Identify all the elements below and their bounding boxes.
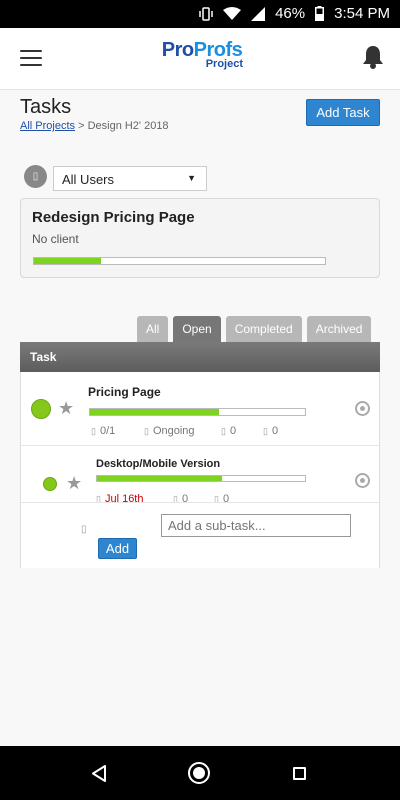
attachment-count: ▯ 0 [214,493,230,503]
battery-icon [315,6,325,21]
tab-all[interactable]: All [137,316,169,342]
project-client: No client [32,232,79,246]
task-progress-bar [89,408,306,416]
subtask-input[interactable] [161,514,351,537]
task-table-header: Task [20,342,380,372]
user-icon: ▯ [24,165,47,188]
dropdown-caret-icon: ▼ [187,173,196,183]
back-icon[interactable] [91,765,107,782]
user-filter-select[interactable]: All Users ▼ [53,166,207,191]
user-filter-value: All Users [62,172,115,187]
status-icon: ▯ [144,426,149,436]
breadcrumb-current: > Design H2' 2018 [75,120,169,132]
hamburger-menu-icon[interactable] [20,50,42,66]
attachment-count: ▯ 0 [263,425,279,437]
comment-icon: ▯ [173,494,178,503]
add-subtask-button[interactable]: Add [98,538,137,559]
app-header: ProProfs Project [0,28,400,90]
proprofs-logo: ProProfs Project [161,39,243,70]
project-progress-bar [33,257,326,265]
bell-icon[interactable] [362,44,384,70]
task-name[interactable]: Pricing Page [88,385,161,399]
gear-icon[interactable] [355,473,370,488]
project-name: Redesign Pricing Page [32,209,195,226]
subtask-icon: ▯ [91,426,96,436]
add-task-button[interactable]: Add Task [306,99,380,126]
recents-icon[interactable] [293,767,306,780]
task-row[interactable]: ★ Pricing Page ▯ 0/1 ▯ Ongoing ▯ 0 ▯ 0 [21,372,379,446]
breadcrumb-all-projects-link[interactable]: All Projects [20,120,75,132]
calendar-icon: ▯ [96,494,101,503]
subtask-icon: ▯ [81,524,87,535]
wifi-icon [223,6,242,20]
task-progress-fill [97,476,222,481]
project-card[interactable]: Redesign Pricing Page No client [20,198,380,278]
home-icon[interactable] [188,762,210,784]
comment-icon: ▯ [221,426,226,436]
star-icon[interactable]: ★ [66,474,82,492]
task-row[interactable]: ★ Desktop/Mobile Version ▯ Jul 16th ▯ 0 ▯ 0 [21,448,379,503]
status-bar: 46% 3:54 PM [0,0,400,28]
status-dot-icon[interactable] [43,477,57,491]
signal-icon [251,6,266,21]
task-progress-bar [96,475,306,482]
page-title: Tasks [20,96,72,118]
task-filter-tabs: All Open Completed Archived [137,316,372,342]
task-status: ▯ Ongoing [144,425,195,437]
task-progress-fill [90,409,219,415]
status-dot-icon[interactable] [31,399,51,419]
add-subtask-form: ▯ Add [21,504,379,568]
clock: 3:54 PM [334,5,390,22]
tab-open[interactable]: Open [173,316,221,342]
tab-completed[interactable]: Completed [225,316,302,342]
comment-count: ▯ 0 [173,493,189,503]
breadcrumb: All Projects > Design H2' 2018 [20,120,169,132]
project-progress-fill [34,258,101,264]
vibrate-icon [199,6,213,21]
attachment-icon: ▯ [214,494,219,503]
battery-level: 46% [275,5,306,22]
subtask-count: ▯ 0/1 [91,425,116,437]
attachment-icon: ▯ [263,426,268,436]
system-nav-bar [0,746,400,800]
task-list: ★ Pricing Page ▯ 0/1 ▯ Ongoing ▯ 0 ▯ 0 ★ Des… [20,372,380,568]
task-name[interactable]: Desktop/Mobile Version [96,458,220,470]
due-date: ▯ Jul 16th [96,493,144,503]
star-icon[interactable]: ★ [58,399,74,417]
tab-archived[interactable]: Archived [306,316,372,342]
comment-count: ▯ 0 [221,425,237,437]
gear-icon[interactable] [355,401,370,416]
